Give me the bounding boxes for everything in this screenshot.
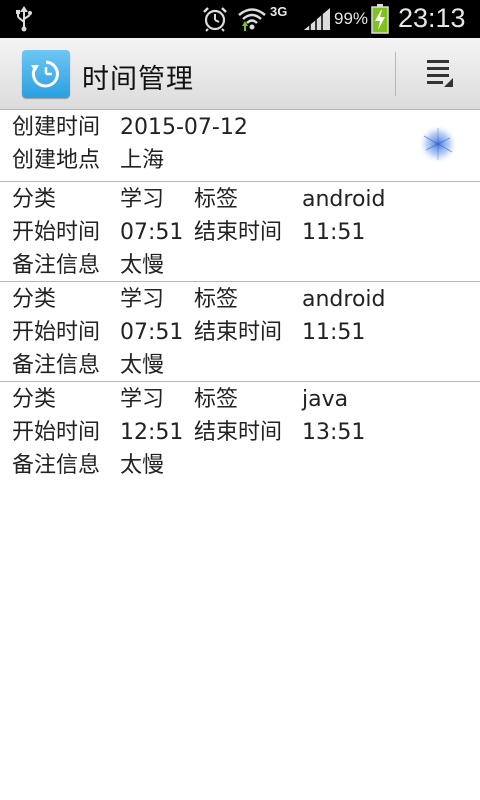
category-label: 分类 — [12, 187, 57, 212]
tag-value: android — [302, 287, 386, 312]
created-place-value: 上海 — [120, 148, 165, 173]
plan-header: 创建时间 2015-07-12 创建地点 上海 — [0, 110, 480, 182]
wifi-icon — [236, 0, 268, 38]
clock-history-icon[interactable] — [22, 50, 70, 98]
alarm-icon — [200, 0, 230, 38]
created-place-label: 创建地点 — [12, 148, 101, 173]
content-area: 创建时间 2015-07-12 创建地点 上海 分类 学习 标签 android… — [0, 110, 480, 482]
overflow-menu-button[interactable] — [410, 46, 470, 102]
status-clock: 23:13 — [398, 3, 466, 33]
network-type: 3G — [270, 4, 288, 19]
category-value: 学习 — [120, 187, 165, 212]
note-label: 备注信息 — [12, 253, 101, 278]
list-item[interactable]: 分类 学习 标签 java 开始时间 12:51 结束时间 13:51 备注信息… — [0, 382, 480, 482]
end-time-label: 结束时间 — [194, 320, 283, 345]
created-time-value: 2015-07-12 — [120, 115, 248, 140]
end-time-value: 11:51 — [302, 220, 366, 245]
signal-icon — [300, 0, 334, 38]
usb-icon — [10, 0, 38, 38]
battery-charging-icon — [369, 0, 391, 38]
note-label: 备注信息 — [12, 453, 101, 478]
list-item[interactable]: 分类 学习 标签 android 开始时间 07:51 结束时间 11:51 备… — [0, 182, 480, 282]
tag-label: 标签 — [194, 287, 239, 312]
status-bar: 3G 99% 23:13 — [0, 0, 480, 38]
note-value: 太慢 — [120, 253, 165, 278]
note-value: 太慢 — [120, 453, 165, 478]
start-time-value: 07:51 — [120, 220, 184, 245]
action-bar-divider — [395, 52, 396, 96]
list-item[interactable]: 分类 学习 标签 android 开始时间 07:51 结束时间 11:51 备… — [0, 282, 480, 382]
tag-value: android — [302, 187, 386, 212]
page-title: 时间管理 — [82, 64, 194, 95]
note-value: 太慢 — [120, 353, 165, 378]
overflow-menu-icon — [425, 56, 455, 92]
start-time-label: 开始时间 — [12, 420, 101, 445]
battery-percent: 99% — [334, 9, 369, 28]
category-label: 分类 — [12, 387, 57, 412]
end-time-label: 结束时间 — [194, 220, 283, 245]
start-time-label: 开始时间 — [12, 320, 101, 345]
created-time-label: 创建时间 — [12, 115, 101, 140]
tag-value: java — [302, 387, 349, 412]
end-time-value: 13:51 — [302, 420, 366, 445]
action-bar: 时间管理 — [0, 38, 480, 110]
end-time-value: 11:51 — [302, 320, 366, 345]
loading-image-icon — [414, 116, 462, 172]
category-value: 学习 — [120, 387, 165, 412]
note-label: 备注信息 — [12, 353, 101, 378]
category-value: 学习 — [120, 287, 165, 312]
tag-label: 标签 — [194, 387, 239, 412]
start-time-value: 07:51 — [120, 320, 184, 345]
tag-label: 标签 — [194, 187, 239, 212]
end-time-label: 结束时间 — [194, 420, 283, 445]
start-time-value: 12:51 — [120, 420, 184, 445]
start-time-label: 开始时间 — [12, 220, 101, 245]
category-label: 分类 — [12, 287, 57, 312]
